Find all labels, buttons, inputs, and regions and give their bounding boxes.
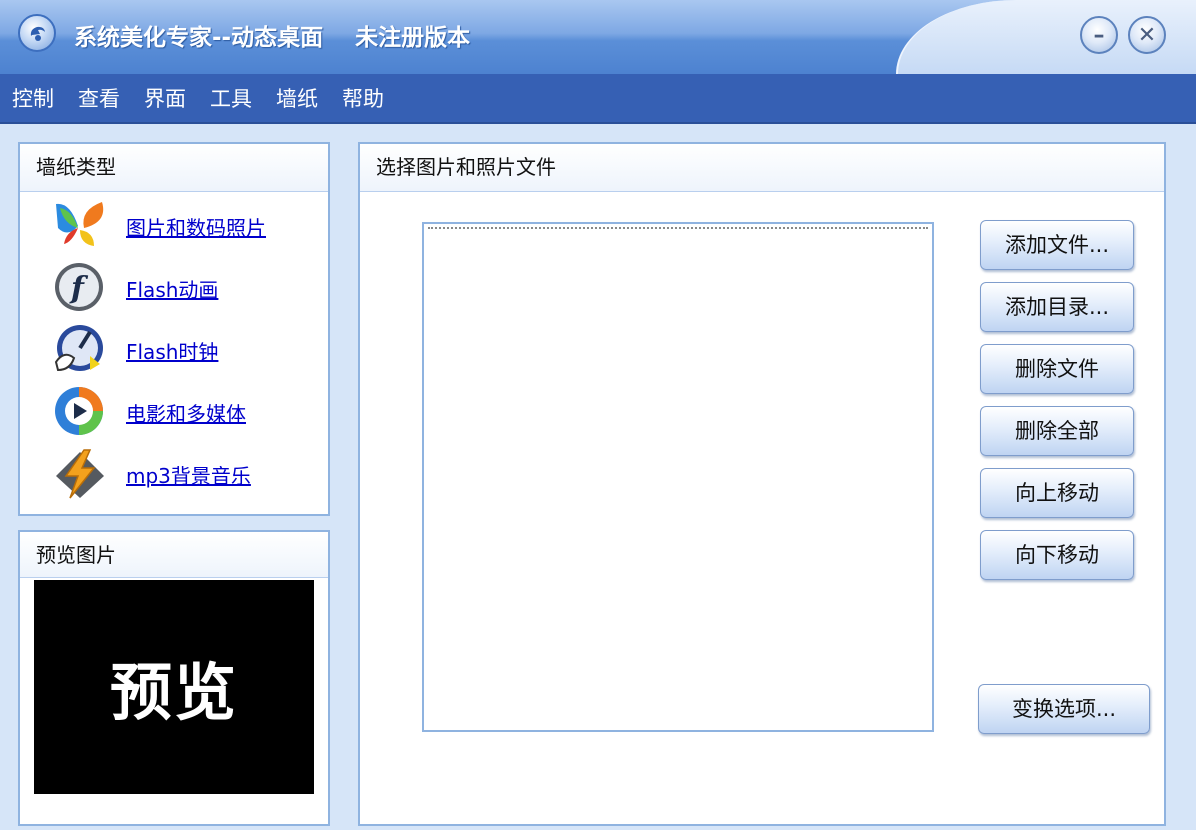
type-item-photos[interactable]: 图片和数码照片 xyxy=(50,196,320,254)
menu-wallpaper[interactable]: 墙纸 xyxy=(276,83,318,113)
app-icon[interactable] xyxy=(18,14,56,52)
preview-panel: 预览图片 预览 xyxy=(18,530,330,826)
minimize-button[interactable]: – xyxy=(1080,16,1118,54)
menu-bar: 控制 查看 界面 工具 墙纸 帮助 xyxy=(0,74,1196,124)
menu-control[interactable]: 控制 xyxy=(12,83,54,113)
preview-image: 预览 xyxy=(34,580,314,794)
type-item-movies[interactable]: 电影和多媒体 xyxy=(50,382,320,440)
preview-title: 预览图片 xyxy=(20,532,328,578)
butterfly-photo-icon xyxy=(56,202,104,246)
type-item-flash-animation[interactable]: f Flash动画 xyxy=(50,258,320,316)
type-item-flash-clock[interactable]: Flash时钟 xyxy=(50,320,320,378)
add-file-button[interactable]: 添加文件... xyxy=(980,220,1134,270)
menu-help[interactable]: 帮助 xyxy=(342,83,384,113)
transition-options-button[interactable]: 变换选项... xyxy=(978,684,1150,734)
delete-file-button[interactable]: 删除文件 xyxy=(980,344,1134,394)
menu-view[interactable]: 查看 xyxy=(78,83,120,113)
file-selection-title: 选择图片和照片文件 xyxy=(360,144,1164,192)
type-label-mp3[interactable]: mp3背景音乐 xyxy=(126,460,251,489)
add-directory-button[interactable]: 添加目录... xyxy=(980,282,1134,332)
flash-clock-icon xyxy=(54,325,103,372)
wallpaper-types-panel: 墙纸类型 图片和数码照片 f Flash动画 Flash时钟 电影和多媒体 mp… xyxy=(18,142,330,516)
wallpaper-types-title: 墙纸类型 xyxy=(20,144,328,192)
menu-interface[interactable]: 界面 xyxy=(144,83,186,113)
delete-all-button[interactable]: 删除全部 xyxy=(980,406,1134,456)
type-label-flash-clock[interactable]: Flash时钟 xyxy=(126,336,218,365)
move-up-button[interactable]: 向上移动 xyxy=(980,468,1134,518)
type-label-photos[interactable]: 图片和数码照片 xyxy=(126,212,266,241)
music-bolt-icon xyxy=(56,449,104,499)
file-list[interactable] xyxy=(422,222,934,732)
media-player-icon xyxy=(55,387,103,435)
flash-icon: f xyxy=(55,263,103,311)
close-icon: ✕ xyxy=(1137,22,1157,48)
type-label-movies[interactable]: 电影和多媒体 xyxy=(126,398,246,427)
type-item-mp3[interactable]: mp3背景音乐 xyxy=(50,444,320,502)
minimize-icon: – xyxy=(1093,22,1105,48)
type-label-flash-animation[interactable]: Flash动画 xyxy=(126,274,218,303)
file-selection-panel: 选择图片和照片文件 添加文件... 添加目录... 删除文件 删除全部 向上移动… xyxy=(358,142,1166,826)
window-title: 系统美化专家--动态桌面 未注册版本 xyxy=(74,25,471,51)
menu-tools[interactable]: 工具 xyxy=(210,83,252,113)
preview-image-text: 预览 xyxy=(109,656,238,729)
title-bar[interactable]: 系统美化专家--动态桌面 未注册版本 – ✕ xyxy=(0,0,1196,74)
close-button[interactable]: ✕ xyxy=(1128,16,1166,54)
move-down-button[interactable]: 向下移动 xyxy=(980,530,1134,580)
